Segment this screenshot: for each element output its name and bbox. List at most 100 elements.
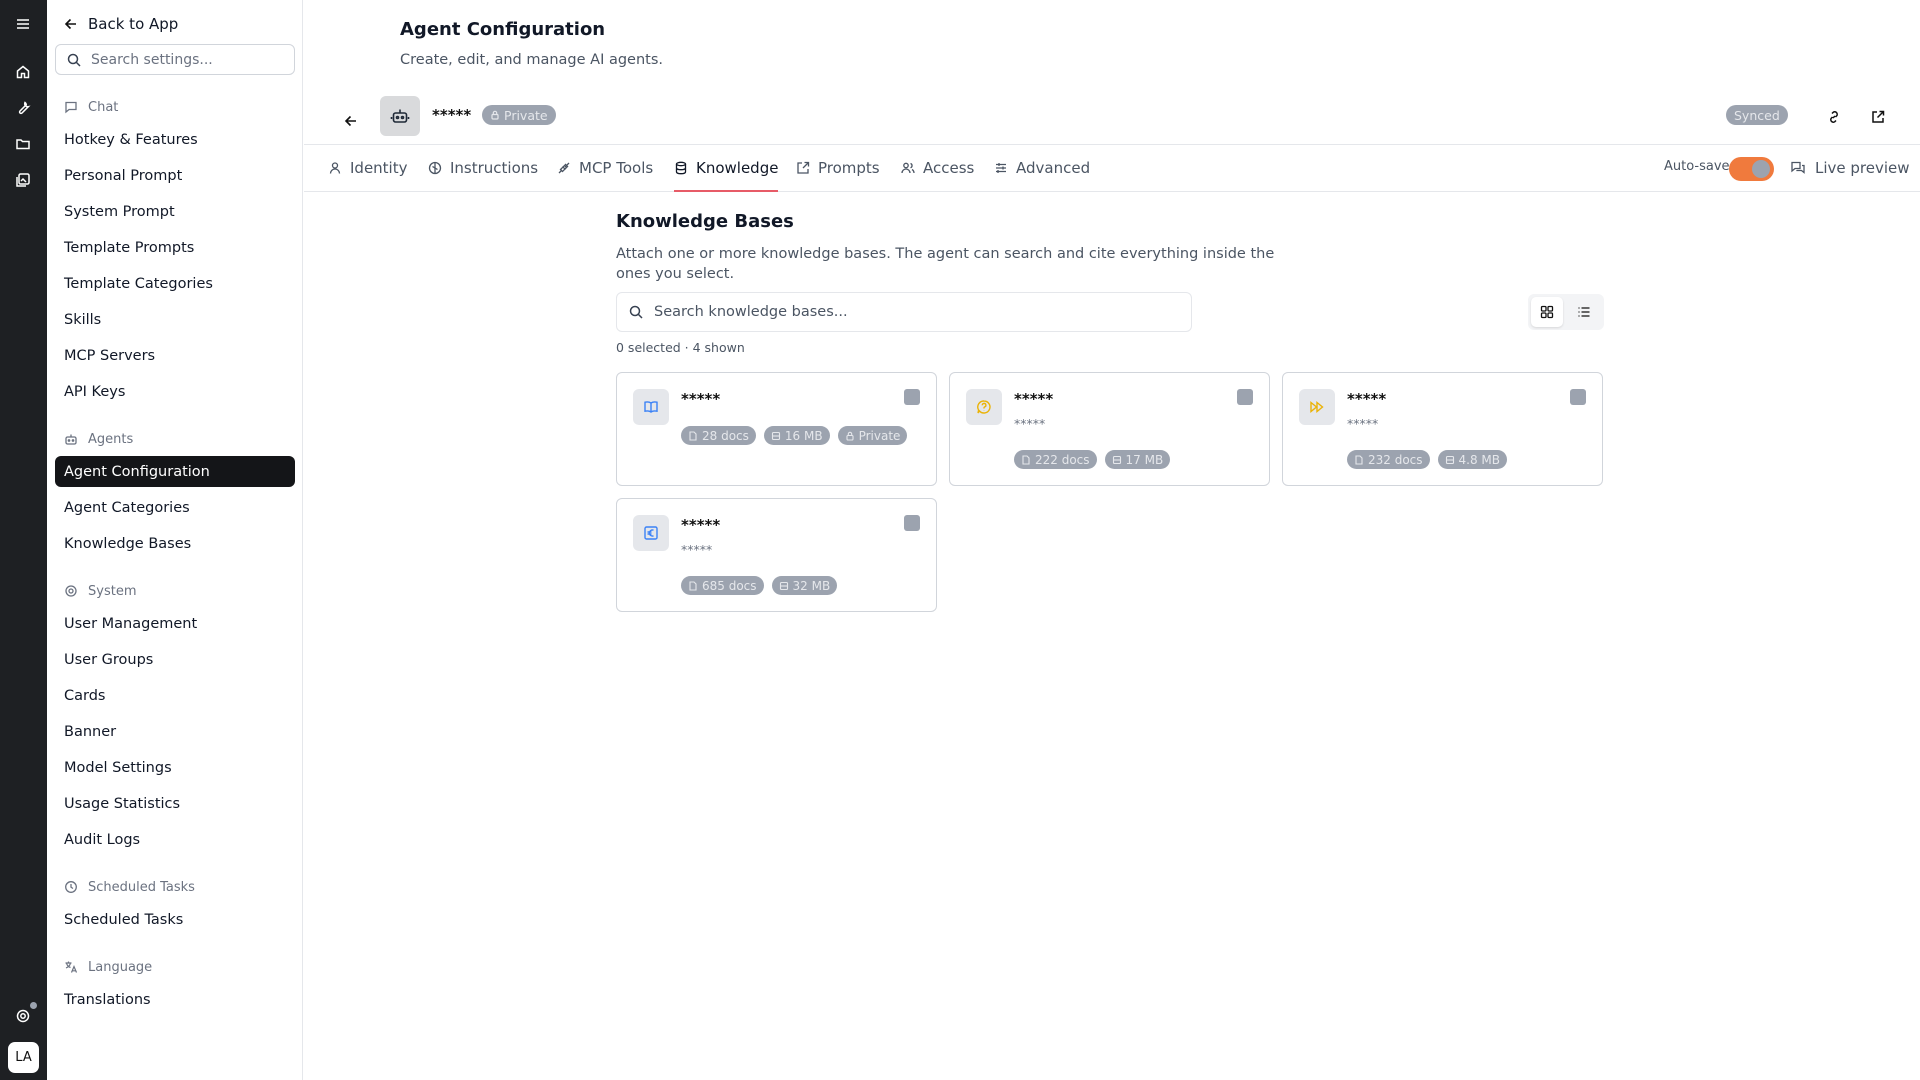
open-external-button[interactable] (1866, 105, 1890, 129)
sidebar-item-translations[interactable]: Translations (55, 984, 295, 1015)
main-content: Agent Configuration Create, edit, and ma… (304, 0, 1920, 1080)
knowledge-card-description: ***** (1014, 416, 1046, 431)
sidebar-item-agent-categories[interactable]: Agent Categories (55, 492, 295, 523)
docs-count: 232 docs (1368, 452, 1423, 467)
sidebar-item-user-groups[interactable]: User Groups (55, 644, 295, 675)
arrow-left-icon (64, 18, 76, 30)
back-button[interactable] (339, 109, 363, 133)
size-badge: 16 MB (763, 426, 830, 445)
sidebar-item-cards[interactable]: Cards (55, 680, 295, 711)
grid-view-button[interactable] (1531, 297, 1563, 327)
tab-identity[interactable]: Identity (328, 145, 408, 191)
size-badge: 4.8 MB (1437, 450, 1508, 469)
sidebar-item-api-keys[interactable]: API Keys (55, 376, 295, 407)
tab-advanced[interactable]: Advanced (994, 145, 1090, 191)
knowledge-title: Knowledge Bases (616, 211, 794, 232)
sidebar-item-hotkey[interactable]: Hotkey & Features (55, 124, 295, 155)
live-preview-label: Live preview (1815, 159, 1910, 177)
sidebar-item-agent-configuration[interactable]: Agent Configuration (55, 456, 295, 487)
size-value: 16 MB (784, 428, 823, 443)
sidebar-item-mcp-servers[interactable]: MCP Servers (55, 340, 295, 371)
knowledge-card-checkbox[interactable] (904, 515, 920, 531)
menu-icon[interactable] (11, 12, 35, 36)
knowledge-card-icon (633, 389, 669, 425)
docs-badge: 232 docs (1347, 450, 1430, 469)
sidebar-item-template-prompts[interactable]: Template Prompts (55, 232, 295, 263)
tab-label: Instructions (450, 159, 539, 177)
size-value: 32 MB (792, 578, 831, 593)
sidebar-item-user-management[interactable]: User Management (55, 608, 295, 639)
sidebar-item-banner[interactable]: Banner (55, 716, 295, 747)
knowledge-card[interactable]: ***** ***** 232 docs 4.8 MB (1282, 372, 1603, 486)
sidebar-item-personal-prompt[interactable]: Personal Prompt (55, 160, 295, 191)
users-icon (901, 162, 915, 174)
knowledge-search[interactable] (616, 292, 1192, 332)
knowledge-card-checkbox[interactable] (904, 389, 920, 405)
copy-link-button[interactable] (1822, 105, 1846, 129)
sidebar-item-knowledge-bases[interactable]: Knowledge Bases (55, 528, 295, 559)
plug-icon (558, 162, 570, 174)
tab-label: Identity (350, 159, 408, 177)
tools-icon[interactable] (11, 96, 35, 120)
sidebar-item-scheduled-tasks[interactable]: Scheduled Tasks (55, 904, 295, 935)
tab-prompts[interactable]: Prompts (796, 145, 880, 191)
live-preview-button[interactable]: Live preview (1790, 145, 1910, 191)
knowledge-card-name: ***** (681, 516, 721, 534)
tab-label: Knowledge (696, 159, 779, 177)
database-icon (771, 431, 780, 440)
sidebar-item-skills[interactable]: Skills (55, 304, 295, 335)
home-icon[interactable] (11, 60, 35, 84)
knowledge-card-icon (633, 515, 669, 551)
sidebar-item-usage-statistics[interactable]: Usage Statistics (55, 788, 295, 819)
tab-instructions[interactable]: Instructions (428, 145, 538, 191)
tab-mcp-tools[interactable]: MCP Tools (557, 145, 653, 191)
settings-search-input[interactable] (91, 51, 281, 68)
section-label: Agents (88, 431, 134, 447)
section-label: Scheduled Tasks (88, 879, 195, 895)
database-icon (675, 161, 687, 175)
sidebar-item-system-prompt[interactable]: System Prompt (55, 196, 295, 227)
tab-bar: Identity Instructions MCP Tools Knowledg… (304, 144, 1920, 192)
knowledge-card-meta: 222 docs 17 MB (1014, 450, 1171, 469)
knowledge-description: Attach one or more knowledge bases. The … (616, 246, 1275, 282)
size-value: 17 MB (1125, 452, 1164, 467)
docs-badge: 685 docs (681, 576, 764, 595)
search-icon (629, 305, 643, 319)
knowledge-card-meta: 685 docs 32 MB (681, 576, 838, 595)
gallery-icon[interactable] (11, 168, 35, 192)
agent-name: ***** (432, 106, 472, 124)
chat-question-icon (977, 400, 991, 414)
docs-count: 222 docs (1035, 452, 1090, 467)
folder-icon[interactable] (11, 132, 35, 156)
tab-knowledge[interactable]: Knowledge (674, 145, 779, 192)
file-icon (689, 580, 697, 591)
knowledge-card-meta: 28 docs 16 MB Private (681, 426, 908, 445)
knowledge-card-checkbox[interactable] (1570, 389, 1586, 405)
autosave-toggle[interactable] (1729, 157, 1774, 181)
agent-avatar (380, 96, 420, 136)
list-view-button[interactable] (1568, 297, 1600, 327)
knowledge-card-checkbox[interactable] (1237, 389, 1253, 405)
sidebar-item-model-settings[interactable]: Model Settings (55, 752, 295, 783)
docs-badge: 28 docs (681, 426, 756, 445)
avatar[interactable]: LA (8, 1042, 39, 1073)
notification-dot (30, 1002, 37, 1009)
sidebar-item-template-categories[interactable]: Template Categories (55, 268, 295, 299)
shield-icon (65, 585, 77, 597)
knowledge-card[interactable]: ***** ***** 685 docs 32 MB (616, 498, 937, 612)
tab-access[interactable]: Access (901, 145, 974, 191)
chat-preview-icon (1791, 161, 1805, 174)
knowledge-card[interactable]: ***** 28 docs 16 MB Private (616, 372, 937, 486)
app-rail: LA (0, 0, 47, 1080)
settings-search[interactable] (55, 44, 295, 75)
visibility-badge: Private (482, 105, 556, 125)
page-subtitle: Create, edit, and manage AI agents. (400, 52, 664, 68)
knowledge-card[interactable]: ***** ***** 222 docs 17 MB (949, 372, 1270, 486)
tab-label: Access (923, 159, 975, 177)
section-label: System (88, 583, 137, 599)
sidebar-item-audit-logs[interactable]: Audit Logs (55, 824, 295, 855)
back-to-app-link[interactable]: Back to App (64, 12, 178, 36)
knowledge-card-description: ***** (681, 542, 713, 557)
link-icon (1830, 111, 1838, 123)
knowledge-search-input[interactable] (654, 304, 1154, 320)
